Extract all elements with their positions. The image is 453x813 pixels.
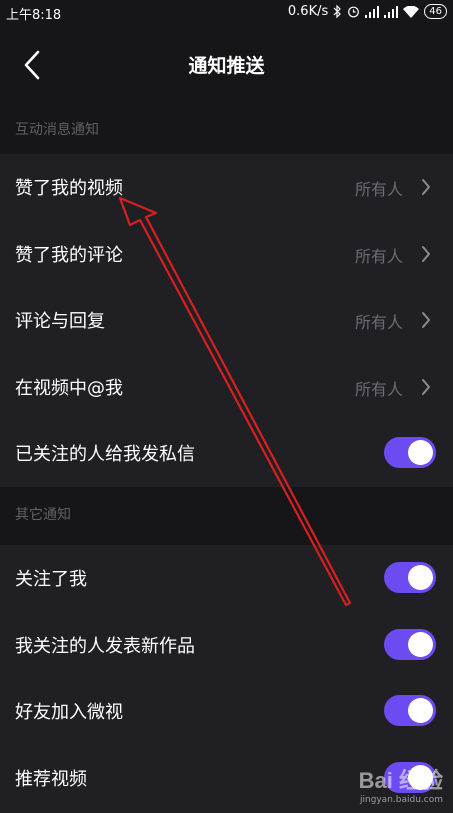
setting-label: 我关注的人发表新作品 (15, 635, 195, 657)
setting-label: 好友加入微视 (15, 702, 123, 723)
setting-value: 所有人 (354, 379, 403, 399)
baidu-watermark: Bai 经验 jingyan.baidu.com (359, 763, 443, 805)
setting-label: 已关注的人给我发私信 (15, 444, 195, 465)
setting-row-liked-my-video[interactable]: 赞了我的视频 所有人 (0, 154, 453, 221)
setting-row-mentioned-in-video[interactable]: 在视频中@我 所有人 (0, 354, 453, 421)
setting-row-comments-replies[interactable]: 评论与回复 所有人 (0, 287, 453, 354)
bluetooth-icon (333, 5, 342, 18)
setting-label: 推荐视频 (15, 768, 87, 790)
signal-icon (384, 5, 399, 18)
status-icons: 0.6K/s 46 (288, 4, 447, 19)
setting-label: 在视频中@我 (15, 377, 123, 399)
wifi-icon (403, 5, 420, 18)
setting-label: 关注了我 (15, 569, 87, 590)
setting-label: 赞了我的视频 (15, 178, 123, 199)
setting-row-followed-private-message: 已关注的人给我发私信 (0, 420, 453, 487)
battery-icon: 46 (424, 4, 447, 19)
interaction-settings-group: 赞了我的视频 所有人 赞了我的评论 所有人 评论与回复 所有人 在视频中@我 所… (0, 154, 453, 487)
friend-joined-toggle[interactable] (384, 695, 436, 726)
section-title: 其它通知 (15, 507, 71, 523)
setting-value: 所有人 (354, 246, 403, 266)
status-bar: 上午8:18 0.6K/s 46 (0, 0, 453, 26)
section-header-interaction: 互动消息通知 (0, 102, 453, 154)
alarm-icon (348, 6, 360, 18)
signal-icon (365, 5, 380, 18)
watermark-logo: Bai 经验 (358, 768, 443, 793)
new-works-toggle[interactable] (384, 628, 436, 660)
chevron-right-icon (422, 378, 430, 395)
setting-label: 赞了我的评论 (15, 244, 123, 266)
status-time: 上午8:18 (6, 8, 62, 23)
toggle-knob (408, 440, 433, 465)
setting-row-liked-my-comment[interactable]: 赞了我的评论 所有人 (0, 221, 453, 288)
setting-row-friend-joined: 好友加入微视 (0, 678, 453, 745)
toggle-knob (408, 565, 433, 590)
setting-row-following-new-works: 我关注的人发表新作品 (0, 612, 453, 679)
section-header-other: 其它通知 (0, 487, 453, 539)
followed-me-toggle[interactable] (384, 562, 436, 593)
watermark-url: jingyan.baidu.com (359, 795, 443, 805)
toggle-knob (408, 698, 433, 723)
private-message-toggle[interactable] (384, 437, 436, 468)
page-title: 通知推送 (188, 55, 265, 77)
setting-label: 评论与回复 (15, 311, 105, 332)
toggle-knob (408, 631, 433, 657)
setting-value: 所有人 (354, 313, 403, 332)
section-title: 互动消息通知 (15, 122, 99, 138)
chevron-right-icon (422, 245, 430, 262)
setting-row-followed-me: 关注了我 (0, 545, 453, 612)
setting-value: 所有人 (354, 180, 403, 199)
chevron-right-icon (422, 312, 430, 328)
top-bar: 通知推送 (0, 26, 453, 102)
net-speed: 0.6K/s (287, 4, 329, 19)
chevron-right-icon (422, 179, 430, 195)
